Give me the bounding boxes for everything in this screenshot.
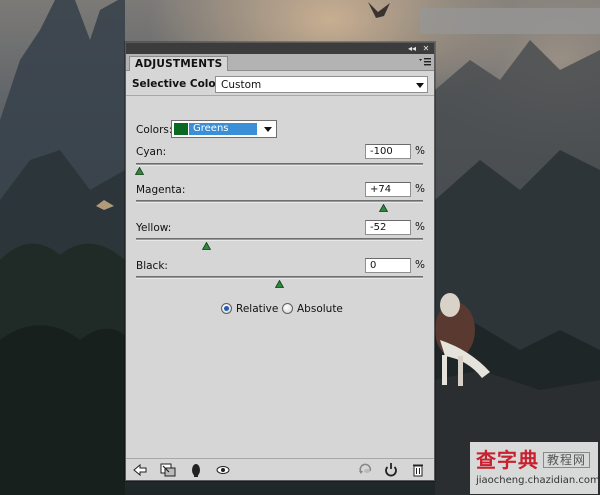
black-percent-sign: %: [415, 259, 425, 271]
colors-label: Colors:: [136, 124, 173, 136]
view-previous-state-icon[interactable]: [215, 463, 231, 477]
yellow-value-input[interactable]: -52: [365, 220, 411, 235]
adjustments-panel: ◂◂ ✕ ADJUSTMENTS Selective Color Custom …: [125, 42, 435, 481]
reset-icon[interactable]: [383, 463, 399, 477]
magenta-value-input[interactable]: +74: [365, 182, 411, 197]
relative-radio[interactable]: [221, 303, 232, 314]
yellow-slider-track[interactable]: [136, 238, 423, 241]
black-value-input[interactable]: 0: [365, 258, 411, 273]
close-icon[interactable]: ✕: [420, 44, 432, 54]
panel-titlebar: ◂◂ ✕: [126, 43, 434, 54]
magenta-slider-thumb[interactable]: [378, 204, 388, 212]
black-label: Black:: [136, 260, 168, 272]
cyan-slider-thumb[interactable]: [134, 167, 144, 175]
cyan-label: Cyan:: [136, 146, 167, 158]
panel-bottom-toolbar: [126, 458, 434, 480]
black-slider-track[interactable]: [136, 276, 423, 279]
yellow-label: Yellow:: [136, 222, 172, 234]
adjustment-title: Selective Color: [132, 78, 221, 90]
absolute-radio[interactable]: [282, 303, 293, 314]
absolute-label[interactable]: Absolute: [297, 303, 343, 315]
watermark-main: 查字典 教程网: [476, 444, 591, 473]
watermark-net-text: 教程网: [543, 452, 591, 468]
back-arrow-icon[interactable]: [132, 463, 148, 477]
cyan-value-input[interactable]: -100: [365, 144, 411, 159]
trash-icon[interactable]: [410, 463, 426, 477]
method-radio-group: Relative Absolute: [126, 301, 434, 317]
panel-tab-row: ADJUSTMENTS: [126, 54, 434, 71]
cyan-percent-sign: %: [415, 145, 425, 157]
collapse-icon[interactable]: ◂◂: [406, 44, 418, 54]
watermark-main-text: 查字典: [476, 448, 539, 472]
cyan-slider-track[interactable]: [136, 163, 423, 166]
toggle-visibility-icon[interactable]: [358, 463, 374, 477]
colors-dropdown[interactable]: Greens: [171, 120, 277, 138]
clip-to-layer-icon[interactable]: [160, 463, 176, 477]
relative-label[interactable]: Relative: [236, 303, 278, 315]
adjustment-header: Selective Color Custom: [126, 72, 434, 96]
mask-icon[interactable]: [188, 463, 204, 477]
site-watermark: 查字典 教程网 jiaocheng.chazidian.com: [470, 442, 600, 494]
yellow-percent-sign: %: [415, 221, 425, 233]
magenta-percent-sign: %: [415, 183, 425, 195]
preset-value: Custom: [221, 79, 262, 91]
color-swatch: [174, 123, 188, 135]
preset-dropdown[interactable]: Custom: [215, 76, 428, 93]
magenta-slider-track[interactable]: [136, 200, 423, 203]
colors-value: Greens: [189, 123, 257, 135]
watermark-url: jiaocheng.chazidian.com: [476, 475, 600, 486]
black-slider-thumb[interactable]: [275, 280, 284, 288]
grey-overlay-box: [420, 8, 600, 34]
chevron-down-icon: [416, 83, 424, 88]
tab-adjustments[interactable]: ADJUSTMENTS: [129, 56, 229, 71]
chevron-down-icon: [264, 127, 272, 132]
panel-menu-icon[interactable]: [418, 57, 432, 68]
magenta-label: Magenta:: [136, 184, 186, 196]
yellow-slider-thumb[interactable]: [201, 242, 211, 250]
